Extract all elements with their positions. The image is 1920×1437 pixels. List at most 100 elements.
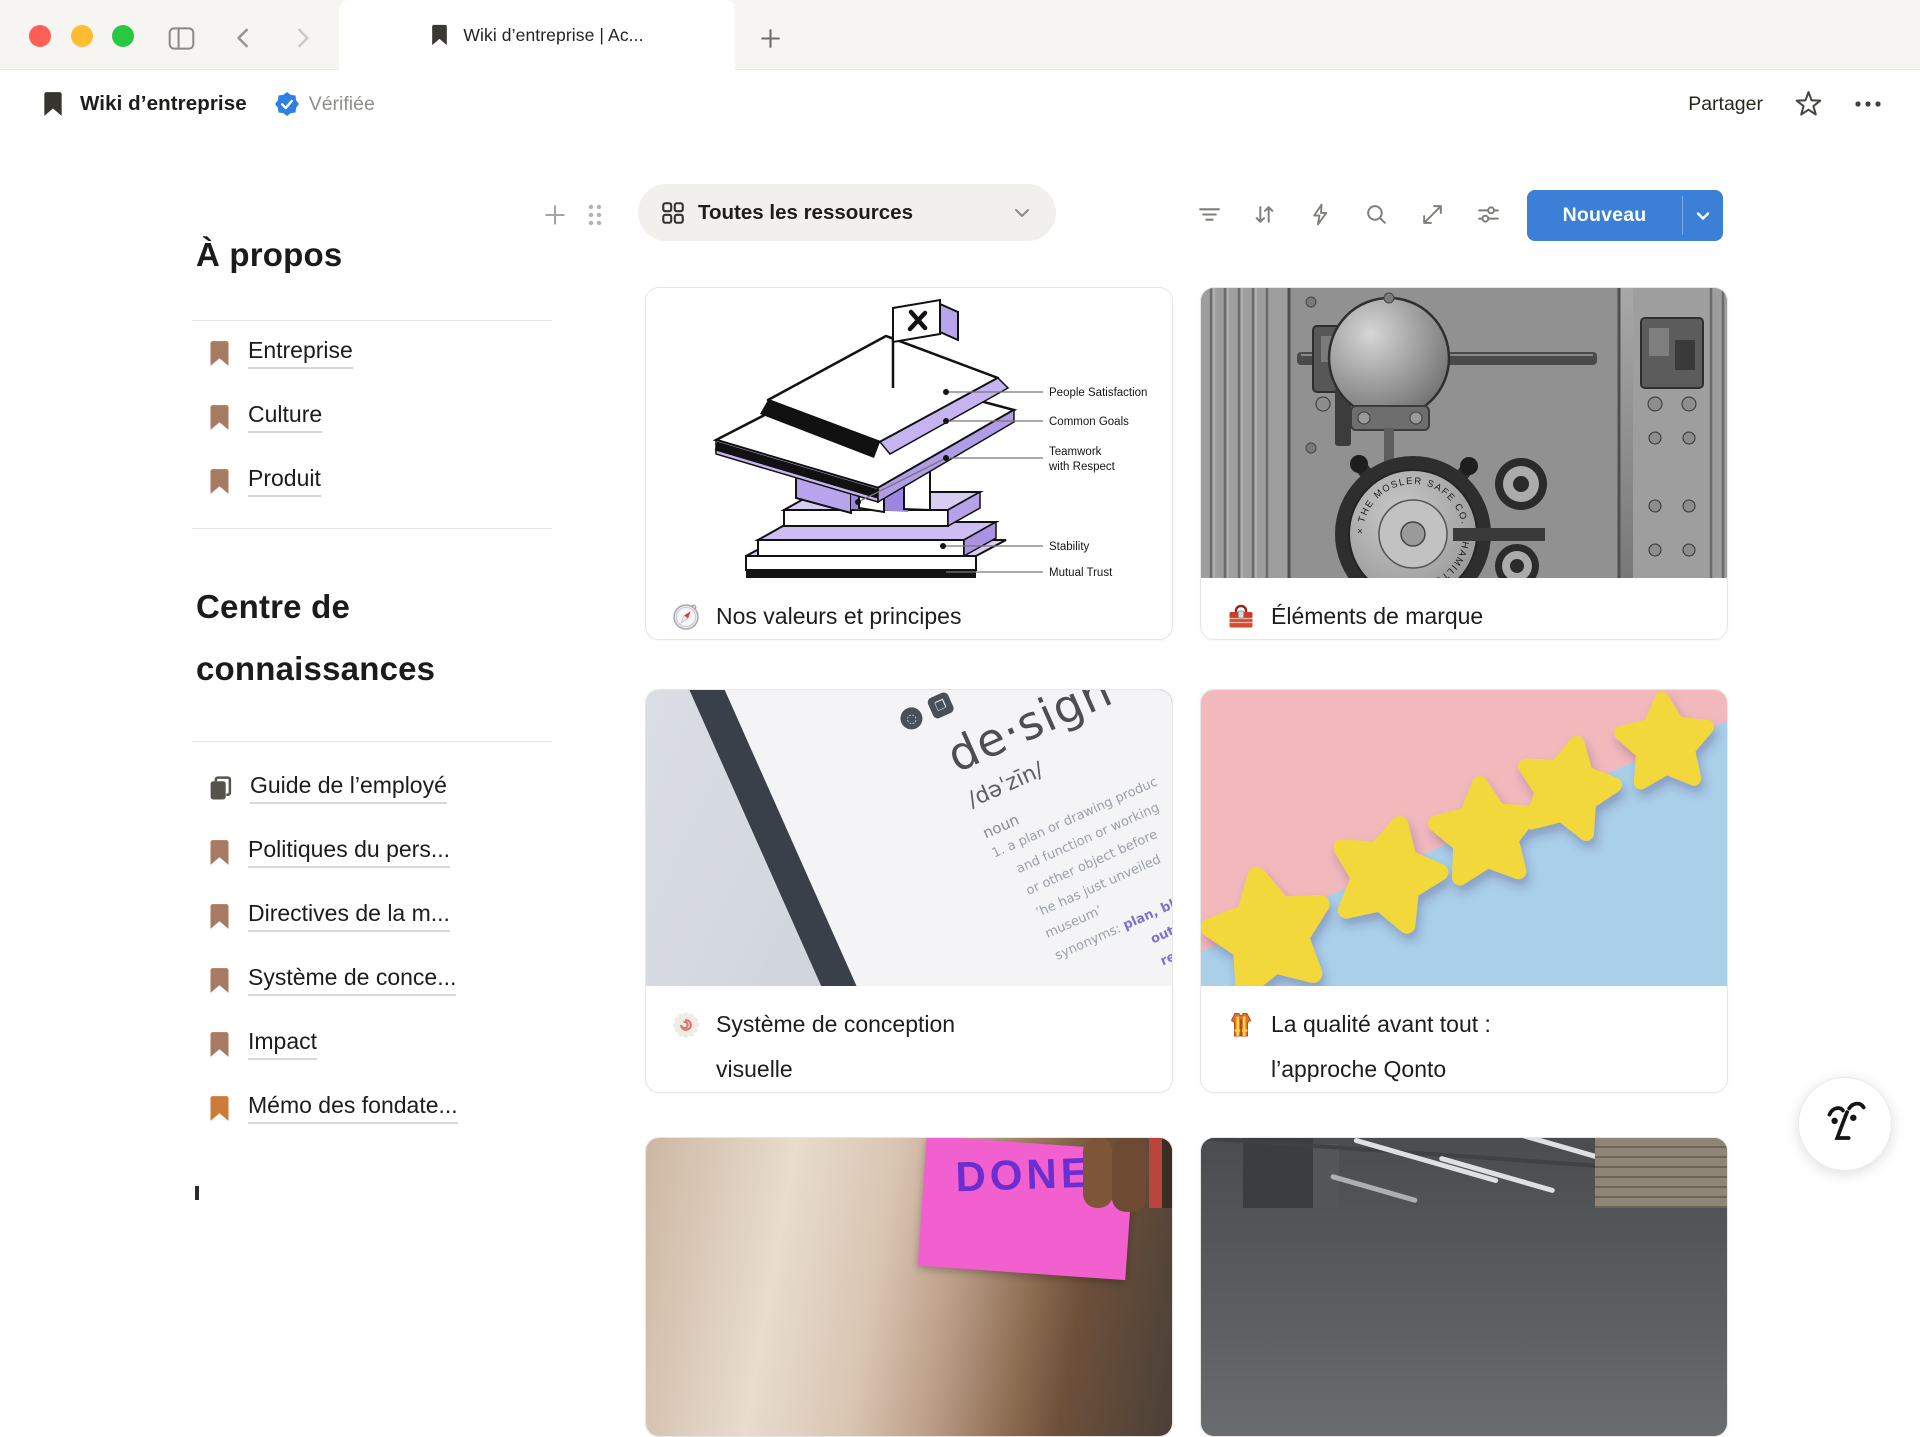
sliders-icon bbox=[1476, 202, 1501, 227]
new-dropdown-button[interactable] bbox=[1683, 190, 1723, 241]
book-icon bbox=[208, 776, 233, 801]
verified-badge[interactable]: Vérifiée bbox=[275, 92, 375, 116]
sidebar-item-label: Entreprise bbox=[248, 337, 353, 368]
nav-back-button[interactable] bbox=[229, 23, 259, 53]
drag-handle-icon bbox=[586, 202, 604, 228]
sidebar-item-impact[interactable]: Impact bbox=[208, 1022, 317, 1066]
tab-strip: Wiki d’entreprise | Ac... bbox=[0, 0, 1920, 70]
diagram-label: Stability bbox=[1049, 541, 1090, 553]
gallery-card-valeurs[interactable]: People Satisfaction Common Goals Teamwor… bbox=[645, 287, 1173, 640]
sidebar-item-label: Culture bbox=[248, 401, 322, 432]
card-footer: Nos valeurs et principes bbox=[646, 578, 1172, 639]
bookmark-icon bbox=[208, 903, 231, 930]
section-heading-apropos: À propos bbox=[196, 224, 576, 286]
card-footer: Système de conception visuelle bbox=[646, 986, 1172, 1092]
window-close-button[interactable] bbox=[29, 25, 51, 47]
fish-cake-emoji bbox=[672, 1011, 700, 1039]
sidebar-item-label: Impact bbox=[248, 1028, 317, 1059]
search-icon bbox=[1364, 202, 1389, 227]
compass-emoji bbox=[672, 603, 700, 631]
more-options-icon[interactable] bbox=[1854, 99, 1882, 109]
sidebar-item-memo-fondateurs[interactable]: Mémo des fondate... bbox=[208, 1086, 458, 1130]
sidebar-item-entreprise[interactable]: Entreprise bbox=[208, 331, 353, 375]
sidebar-item-label: Système de conce... bbox=[248, 964, 456, 995]
view-settings-button[interactable] bbox=[1470, 196, 1506, 232]
bookmark-icon bbox=[208, 1031, 231, 1058]
plus-icon bbox=[758, 26, 783, 51]
diagram-label: Mutual Trust bbox=[1049, 567, 1113, 578]
diagram-label: with Respect bbox=[1048, 461, 1116, 473]
stars-illustration bbox=[1201, 690, 1727, 986]
app-header: Wiki d’entreprise Vérifiée Partager bbox=[0, 71, 1920, 137]
view-label: Toutes les ressources bbox=[698, 201, 998, 225]
lightning-icon bbox=[1308, 202, 1333, 227]
gallery-card-partial-done[interactable]: DONE bbox=[645, 1137, 1173, 1437]
card-cover-design-photo: ◌ ❐ de·sign /dəˈzīn/ noun 1. a plan or d… bbox=[646, 690, 1172, 986]
chevron-down-icon bbox=[1693, 206, 1713, 226]
view-selector[interactable]: Toutes les ressources bbox=[638, 184, 1056, 241]
card-title: Éléments de marque bbox=[1271, 594, 1483, 639]
window-minimize-button[interactable] bbox=[71, 25, 93, 47]
bookmark-icon bbox=[430, 24, 449, 46]
ai-face-icon bbox=[1821, 1096, 1869, 1152]
add-block-button[interactable] bbox=[540, 200, 570, 230]
done-note-text: DONE bbox=[955, 1149, 1097, 1276]
verified-label: Vérifiée bbox=[309, 93, 375, 116]
sidebar-item-label: Produit bbox=[248, 465, 321, 496]
nav-forward-button[interactable] bbox=[287, 23, 317, 53]
window-zoom-button[interactable] bbox=[112, 25, 134, 47]
verified-check-icon bbox=[275, 92, 299, 116]
card-title: Système de conception visuelle bbox=[716, 1002, 988, 1092]
bookmark-icon bbox=[208, 839, 231, 866]
search-button[interactable] bbox=[1358, 196, 1394, 232]
plus-icon bbox=[542, 202, 568, 228]
breadcrumb: Wiki d’entreprise Vérifiée bbox=[42, 71, 375, 137]
section-heading-centre: Centre de connaissances bbox=[196, 576, 576, 700]
gallery-card-qualite[interactable]: La qualité avant tout : l’approche Qonto bbox=[1200, 689, 1728, 1093]
red-wall-strip bbox=[1149, 1138, 1162, 1208]
new-tab-button[interactable] bbox=[755, 23, 785, 53]
gallery-card-marque[interactable]: × THE MOSLER SAFE CO. × HAMILTON, OHIO É… bbox=[1200, 287, 1728, 640]
sidebar-item-directives[interactable]: Directives de la m... bbox=[208, 894, 450, 938]
brick-wall bbox=[1595, 1138, 1727, 1208]
card-cover-vault-photo: × THE MOSLER SAFE CO. × HAMILTON, OHIO bbox=[1201, 288, 1727, 578]
chat-app-icon: ❐ bbox=[926, 691, 955, 720]
divider bbox=[192, 741, 552, 742]
share-button[interactable]: Partager bbox=[1688, 93, 1763, 116]
page-title[interactable]: Wiki d’entreprise bbox=[80, 92, 247, 116]
sort-icon bbox=[1252, 202, 1277, 227]
sort-button[interactable] bbox=[1246, 196, 1282, 232]
diagram-label: People Satisfaction bbox=[1049, 387, 1147, 399]
sidebar-item-produit[interactable]: Produit bbox=[208, 459, 321, 503]
sidebar-item-label: Directives de la m... bbox=[248, 900, 450, 931]
card-title: Nos valeurs et principes bbox=[716, 594, 961, 639]
sidebar-item-label: Guide de l’employé bbox=[250, 772, 447, 803]
divider bbox=[192, 320, 552, 321]
bookmark-icon bbox=[208, 468, 231, 495]
automation-button[interactable] bbox=[1302, 196, 1338, 232]
sidebar-item-label: Politiques du pers... bbox=[248, 836, 450, 867]
card-cover-done-photo: DONE bbox=[646, 1138, 1172, 1437]
sidebar-toggle-button[interactable] bbox=[166, 23, 196, 53]
favorite-star-icon[interactable] bbox=[1795, 91, 1822, 118]
notion-ai-button[interactable] bbox=[1798, 1077, 1892, 1171]
gallery-card-partial-warehouse[interactable] bbox=[1200, 1137, 1728, 1437]
bookmark-icon bbox=[208, 340, 231, 367]
expand-button[interactable] bbox=[1414, 196, 1450, 232]
active-tab[interactable]: Wiki d’entreprise | Ac... bbox=[339, 0, 735, 70]
header-actions: Partager bbox=[1688, 71, 1882, 137]
sidebar-item-systeme-conception[interactable]: Système de conce... bbox=[208, 958, 456, 1002]
sidebar-item-politiques[interactable]: Politiques du pers... bbox=[208, 830, 450, 874]
bookmark-icon bbox=[208, 404, 231, 431]
bookmark-icon bbox=[208, 967, 231, 994]
diagram-label: Teamwork bbox=[1049, 446, 1102, 458]
drag-handle[interactable] bbox=[580, 200, 610, 230]
gallery-card-conception[interactable]: ◌ ❐ de·sign /dəˈzīn/ noun 1. a plan or d… bbox=[645, 689, 1173, 1093]
new-button[interactable]: Nouveau bbox=[1527, 190, 1682, 241]
safety-vest-emoji bbox=[1227, 1011, 1255, 1039]
sidebar-item-culture[interactable]: Culture bbox=[208, 395, 322, 439]
card-footer: Éléments de marque bbox=[1201, 578, 1727, 639]
sidebar-item-guide-employe[interactable]: Guide de l’employé bbox=[208, 766, 447, 810]
filter-button[interactable] bbox=[1191, 196, 1227, 232]
phone-app-icon: ◌ bbox=[897, 704, 926, 733]
